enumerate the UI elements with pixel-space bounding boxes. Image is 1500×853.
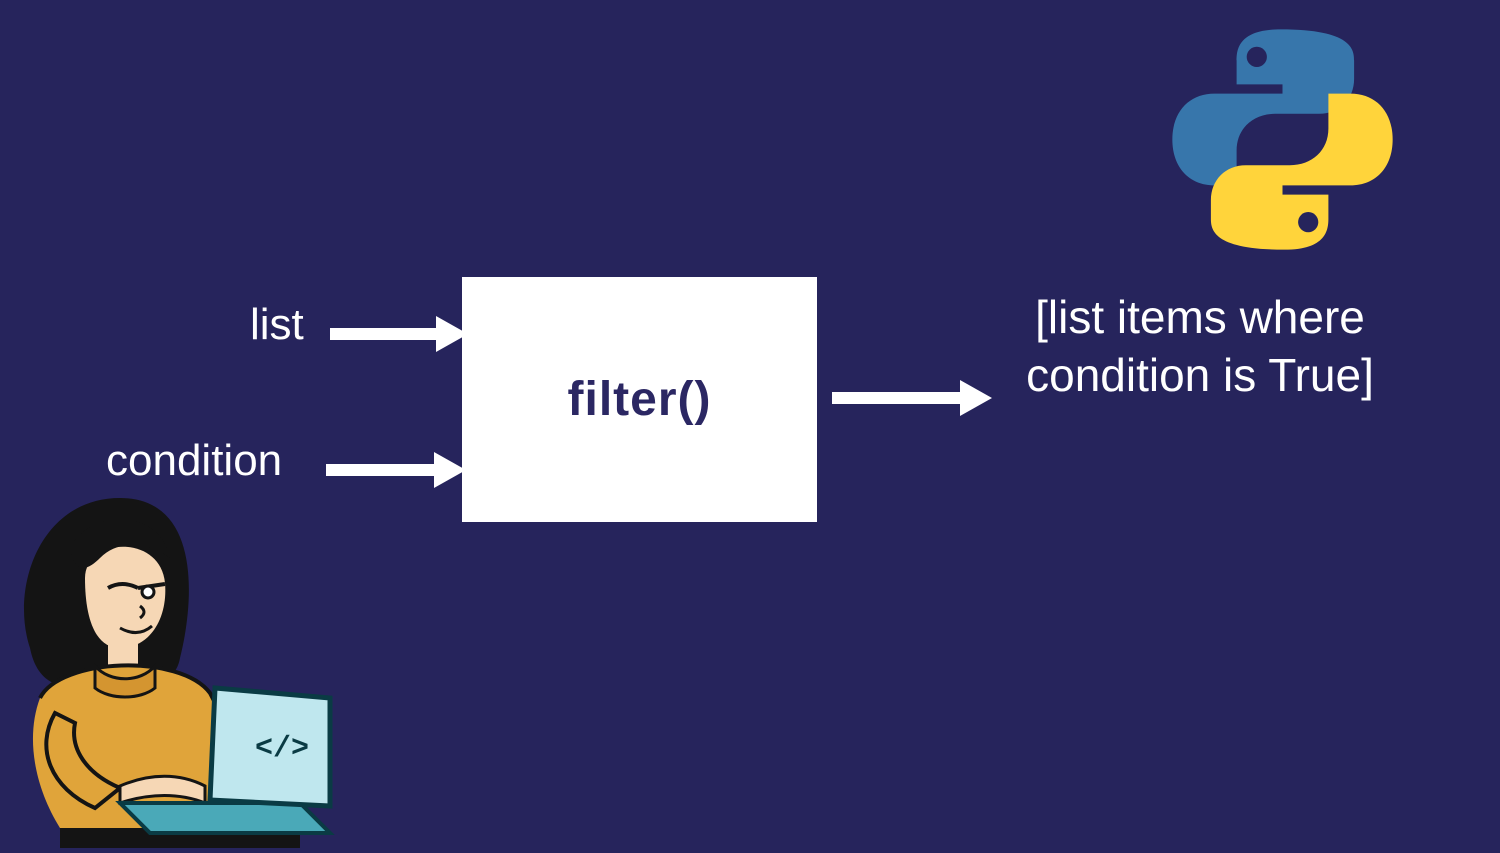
arrow-right-icon: [326, 452, 466, 488]
person-with-laptop-illustration: </>: [0, 488, 340, 848]
output-label: [list items where condition is True]: [1005, 289, 1395, 404]
diagram-stage: filter() list condition [list items wher…: [0, 0, 1500, 844]
input-label-list: list: [250, 300, 304, 350]
python-logo-icon: [1165, 22, 1400, 257]
function-name: filter(): [568, 372, 712, 427]
svg-text:</>: </>: [255, 732, 309, 766]
arrow-right-icon: [832, 380, 992, 416]
arrow-right-icon: [330, 316, 468, 352]
function-box: filter(): [462, 277, 817, 522]
input-label-condition: condition: [106, 436, 282, 486]
